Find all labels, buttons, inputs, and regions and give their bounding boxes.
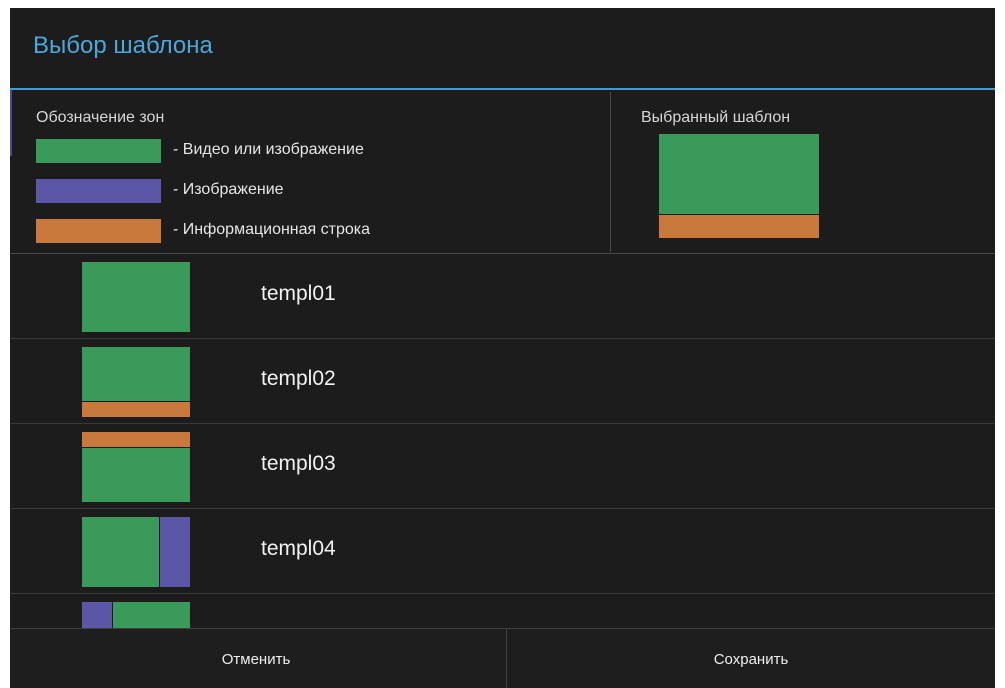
video-zone — [113, 602, 190, 629]
template-thumbnail — [82, 262, 190, 332]
image-zone — [160, 517, 190, 587]
template-name: templ01 — [261, 282, 336, 305]
template-row-templ04[interactable]: templ04 — [10, 509, 995, 594]
video-zone — [82, 448, 190, 502]
zone-legend-panel: Обозначение зон - Видео или изображение … — [10, 92, 611, 252]
template-thumbnail — [82, 347, 190, 417]
template-name: templ04 — [261, 537, 336, 560]
selected-template-preview — [659, 134, 819, 238]
template-name: templ02 — [261, 367, 336, 390]
video-zone-swatch — [36, 139, 161, 163]
legend-label-image: - Изображение — [173, 181, 284, 198]
preview-info-line-zone — [659, 215, 819, 238]
selected-template-panel: Выбранный шаблон — [611, 92, 995, 252]
template-row-templ02[interactable]: templ02 — [10, 339, 995, 424]
legend-label-video: - Видео или изображение — [173, 141, 364, 158]
video-zone — [82, 262, 190, 332]
template-name: templ03 — [261, 452, 336, 475]
template-row-templ05[interactable] — [10, 594, 995, 629]
dialog-title: Выбор шаблона — [33, 32, 213, 59]
dialog-footer: Отменить Сохранить — [10, 628, 995, 688]
template-row-templ01[interactable]: templ01 — [10, 254, 995, 339]
zone-legend-title: Обозначение зон — [36, 109, 165, 126]
preview-video-zone — [659, 134, 819, 214]
info-line-zone — [82, 402, 190, 417]
save-button[interactable]: Сохранить — [507, 629, 995, 688]
selected-template-title: Выбранный шаблон — [641, 109, 791, 126]
cancel-button[interactable]: Отменить — [10, 629, 502, 688]
template-list[interactable]: templ01 templ02 templ03 templ04 — [10, 253, 995, 629]
template-thumbnail — [82, 432, 190, 502]
legend-label-info-line: - Информационная строка — [173, 221, 371, 238]
video-zone — [82, 347, 190, 401]
video-zone — [82, 517, 159, 587]
image-zone-swatch — [36, 179, 161, 203]
template-thumbnail — [82, 517, 190, 587]
template-selection-dialog: Выбор шаблона Обозначение зон - Видео ил… — [10, 8, 995, 688]
image-zone — [82, 602, 112, 629]
template-thumbnail — [82, 602, 190, 629]
info-line-zone — [82, 432, 190, 447]
template-row-templ03[interactable]: templ03 — [10, 424, 995, 509]
info-line-zone-swatch — [36, 219, 161, 243]
dialog-title-bar: Выбор шаблона — [10, 8, 995, 90]
